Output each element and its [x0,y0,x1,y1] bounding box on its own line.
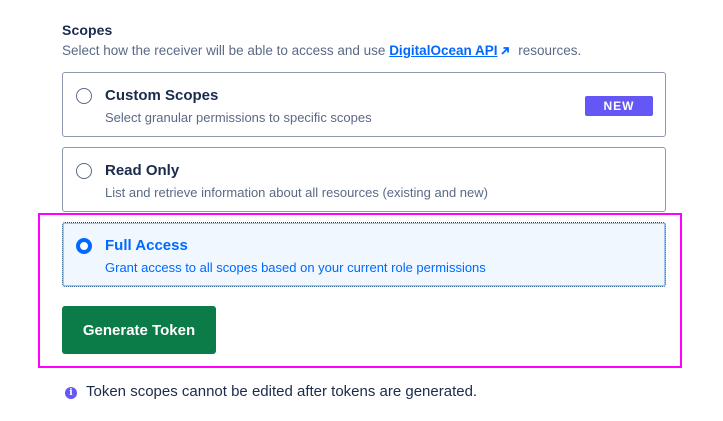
info-icon: i [65,387,77,399]
option-desc-custom-scopes: Select granular permissions to specific … [105,110,372,125]
new-badge: NEW [585,96,653,116]
scopes-description-before: Select how the receiver will be able to … [62,43,390,58]
external-link-icon [501,47,510,55]
generate-token-button[interactable]: Generate Token [62,306,216,354]
radio-read-only[interactable] [76,163,92,179]
scope-option-read-only[interactable]: Read Only List and retrieve information … [62,147,666,212]
option-title-custom-scopes: Custom Scopes [105,87,219,104]
option-desc-read-only: List and retrieve information about all … [105,185,488,200]
digitalocean-api-link[interactable]: DigitalOcean API [389,43,497,58]
scope-option-full-access[interactable]: Full Access Grant access to all scopes b… [62,222,666,287]
info-text: Token scopes cannot be edited after toke… [86,383,478,400]
option-title-full-access: Full Access [105,237,188,254]
scopes-title: Scopes [62,22,113,38]
option-desc-full-access: Grant access to all scopes based on your… [105,260,486,275]
scopes-description: Select how the receiver will be able to … [62,43,581,58]
info-message: i Token scopes cannot be edited after tok… [65,383,477,400]
radio-custom-scopes[interactable] [76,88,92,104]
scope-option-custom[interactable]: Custom Scopes Select granular permission… [62,72,666,137]
radio-full-access[interactable] [76,238,92,254]
scopes-description-after: resources. [514,43,582,58]
option-title-read-only: Read Only [105,162,180,179]
